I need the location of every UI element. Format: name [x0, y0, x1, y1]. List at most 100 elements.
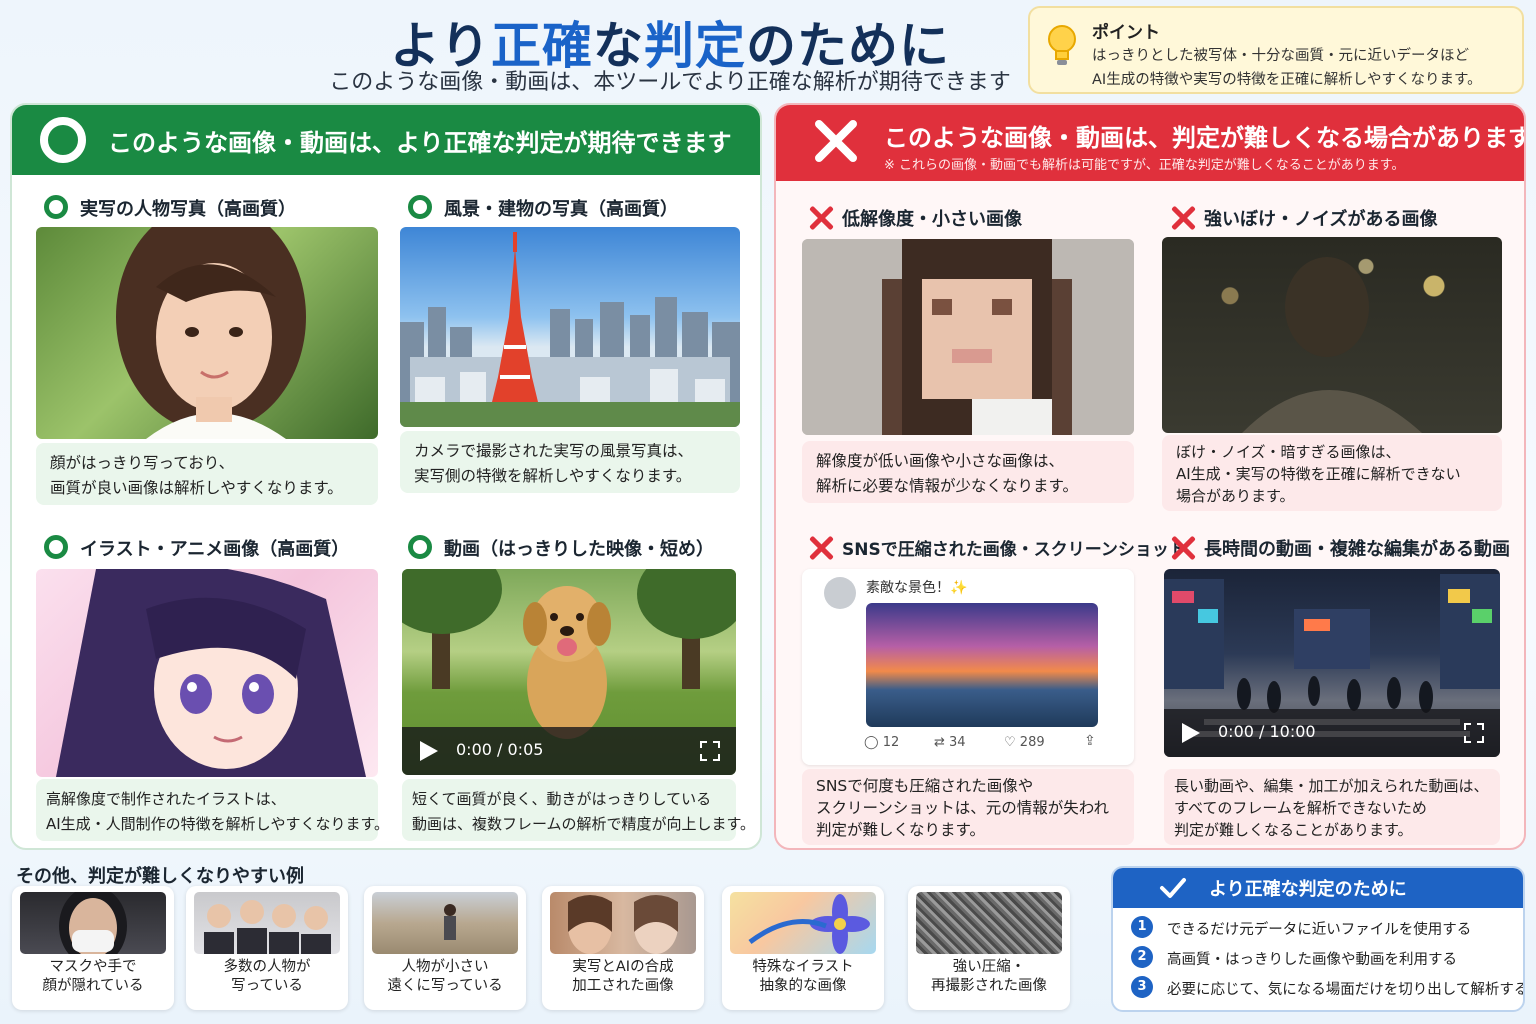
- example-image: [372, 892, 518, 954]
- tips-box: より正確な判定のために 1 できるだけ元データに近いファイルを使用する 2 高画…: [1111, 866, 1525, 1012]
- tip-text: 必要に応じて、気になる場面だけを切り出して解析する: [1167, 982, 1525, 998]
- lightbulb-icon: [1048, 25, 1076, 65]
- card-description: カメラで撮影された実写の風景写真は、 実写側の特徴を解析しやすくなります。: [400, 431, 740, 493]
- caption-line: マスクや手で: [49, 959, 137, 975]
- cross-icon: [815, 120, 857, 162]
- example-caption: 特殊なイラスト 抽象的な画像: [722, 958, 884, 996]
- caption-line: 多数の人物が: [223, 959, 311, 975]
- card-description: SNSで何度も圧縮された画像や スクリーンショットは、元の情報が失われ 判定が難…: [802, 769, 1134, 845]
- repost-count-value: 34: [949, 735, 966, 750]
- example-image: [194, 892, 340, 954]
- city-crossing-video: 0:00 / 10:00: [1164, 569, 1500, 757]
- tip-number: 2: [1131, 946, 1153, 968]
- ng-mark-icon: [808, 205, 834, 231]
- description-line: 高解像度で制作されたイラストは、: [46, 790, 286, 808]
- tips-title: より正確な判定のために: [1209, 879, 1407, 900]
- description-line: 判定が難しくなることがあります。: [1174, 821, 1413, 839]
- portrait-photo: [36, 227, 378, 439]
- description-line: 場合があります。: [1176, 487, 1295, 505]
- post-image: [866, 603, 1098, 727]
- example-caption: 強い圧縮・再撮影された画像: [908, 958, 1070, 996]
- avatar: [824, 577, 856, 609]
- video-controls: 0:00 / 0:05: [402, 727, 736, 775]
- card-description: 顔がはっきり写っており、 画質が良い画像は解析しやすくなります。: [36, 443, 378, 505]
- tip-number: 3: [1131, 976, 1153, 998]
- description-line: カメラで撮影された実写の風景写真は、: [414, 442, 694, 460]
- circle-icon: [40, 117, 86, 163]
- description-line: すべてのフレームを解析できないため: [1174, 799, 1427, 817]
- ng-mark-icon: [1170, 205, 1196, 231]
- check-icon: [1160, 878, 1186, 898]
- description-line: AI生成・実写の特徴を正確に解析できない: [1176, 465, 1461, 483]
- example-image: [20, 892, 166, 954]
- ok-mark-icon: [408, 535, 432, 559]
- caption-line: 遠くに写っている: [387, 978, 503, 994]
- other-example-recaptured: 強い圧縮・再撮影された画像: [908, 886, 1070, 1010]
- repost-count[interactable]: ⇄ 34: [934, 735, 966, 750]
- reply-count[interactable]: ◯ 12: [864, 735, 899, 750]
- bad-panel-header: このような画像・動画は、判定が難しくなる場合があります ※ これらの画像・動画で…: [776, 105, 1524, 181]
- good-panel-header: このような画像・動画は、より正確な判定が期待できます: [12, 105, 760, 175]
- tip-text: 高画質・はっきりした画像や動画を利用する: [1167, 952, 1457, 968]
- bad-examples-panel: このような画像・動画は、判定が難しくなる場合があります ※ これらの画像・動画で…: [774, 103, 1526, 850]
- card-title: 長時間の動画・複雑な編集がある動画: [1204, 539, 1510, 560]
- other-examples-title: その他、判定が難しくなりやすい例: [16, 866, 304, 887]
- example-image: [730, 892, 876, 954]
- good-panel-title: このような画像・動画は、より正確な判定が期待できます: [108, 129, 732, 157]
- ng-mark-icon: [1170, 535, 1196, 561]
- example-image: [916, 892, 1062, 954]
- card-title: 動画（はっきりした映像・短め）: [444, 539, 714, 560]
- card-description: 高解像度で制作されたイラストは、 AI生成・人間制作の特徴を解析しやすくなります…: [36, 779, 389, 841]
- ng-mark-icon: [808, 535, 834, 561]
- point-line: AI生成の特徴や実写の特徴を正確に解析しやすくなります。: [1092, 72, 1482, 88]
- tip-number: 1: [1131, 916, 1153, 938]
- tips-header: より正確な判定のために: [1113, 868, 1523, 908]
- card-description: 解像度が低い画像や小さな画像は、 解析に必要な情報が少なくなります。: [802, 441, 1134, 503]
- caption-line: 人物が小さい: [401, 959, 489, 975]
- play-icon[interactable]: [1182, 723, 1200, 743]
- other-example-crowd: 多数の人物が 写っている: [186, 886, 348, 1010]
- example-image: [550, 892, 696, 954]
- anime-illustration: [36, 569, 378, 777]
- description-line: 解像度が低い画像や小さな画像は、: [816, 452, 1065, 470]
- description-line: SNSで何度も圧縮された画像や: [816, 777, 1034, 795]
- tip-text: できるだけ元データに近いファイルを使用する: [1167, 922, 1472, 938]
- description-line: 判定が難しくなります。: [816, 821, 985, 839]
- good-examples-panel: このような画像・動画は、より正確な判定が期待できます 実写の人物写真（高画質） …: [10, 103, 762, 850]
- point-box: ポイント はっきりとした被写体・十分な画質・元に近いデータほど AI生成の特徴や…: [1028, 6, 1524, 94]
- card-title: 風景・建物の写真（高画質）: [444, 199, 678, 220]
- caption-line: 再撮影された画像: [931, 978, 1047, 994]
- reply-count-value: 12: [882, 735, 900, 750]
- description-line: 画質が良い画像は解析しやすくなります。: [50, 479, 343, 497]
- ok-mark-icon: [44, 535, 68, 559]
- like-count[interactable]: ♡ 289: [1004, 735, 1045, 750]
- card-description: ぼけ・ノイズ・暗すぎる画像は、 AI生成・実写の特徴を正確に解析できない 場合が…: [1162, 435, 1502, 511]
- card-title: 実写の人物写真（高画質）: [80, 199, 296, 220]
- fullscreen-icon[interactable]: [700, 741, 720, 761]
- example-caption: 人物が小さい 遠くに写っている: [364, 958, 526, 996]
- caption-line: 特殊なイラスト: [752, 959, 854, 975]
- caption-line: 強い圧縮・: [952, 959, 1026, 975]
- card-title: SNSで圧縮された画像・スクリーンショット: [842, 540, 1186, 560]
- description-line: スクリーンショットは、元の情報が失われ: [816, 799, 1109, 817]
- share-icon[interactable]: ⇪: [1084, 733, 1096, 749]
- bad-card-sns: SNSで圧縮された画像・スクリーンショット 素敵な景色！✨ ◯ 12 ⇄ 34 …: [776, 515, 1186, 845]
- fullscreen-icon[interactable]: [1464, 723, 1484, 743]
- good-card-illustration: イラスト・アニメ画像（高画質） 高解像度で制作されたイラストは、 AI生成・人間…: [12, 515, 389, 845]
- video-time: 0:00 / 0:05: [456, 740, 544, 759]
- caption-line: 写っている: [231, 978, 303, 994]
- post-text: 素敵な景色！✨: [866, 580, 968, 596]
- description-line: 動画は、複数フレームの解析で精度が向上します。: [412, 815, 756, 833]
- description-line: 顔がはっきり写っており、: [50, 454, 235, 472]
- caption-line: 抽象的な画像: [759, 978, 847, 994]
- point-title: ポイント: [1092, 23, 1160, 43]
- pixelated-photo: [802, 239, 1134, 435]
- good-card-video: 動画（はっきりした映像・短め） 0:00 / 0:05 短くて画質が良く、動きが…: [388, 515, 760, 845]
- card-description: 短くて画質が良く、動きがはっきりしている 動画は、複数フレームの解析で精度が向上…: [402, 779, 756, 841]
- example-caption: 実写とAIの合成 加工された画像: [542, 958, 704, 996]
- play-icon[interactable]: [420, 741, 438, 761]
- card-title: 強いぼけ・ノイズがある画像: [1204, 209, 1438, 230]
- description-line: 解析に必要な情報が少なくなります。: [816, 477, 1078, 495]
- dog-video: 0:00 / 0:05: [402, 569, 736, 775]
- card-title: イラスト・アニメ画像（高画質）: [80, 539, 350, 560]
